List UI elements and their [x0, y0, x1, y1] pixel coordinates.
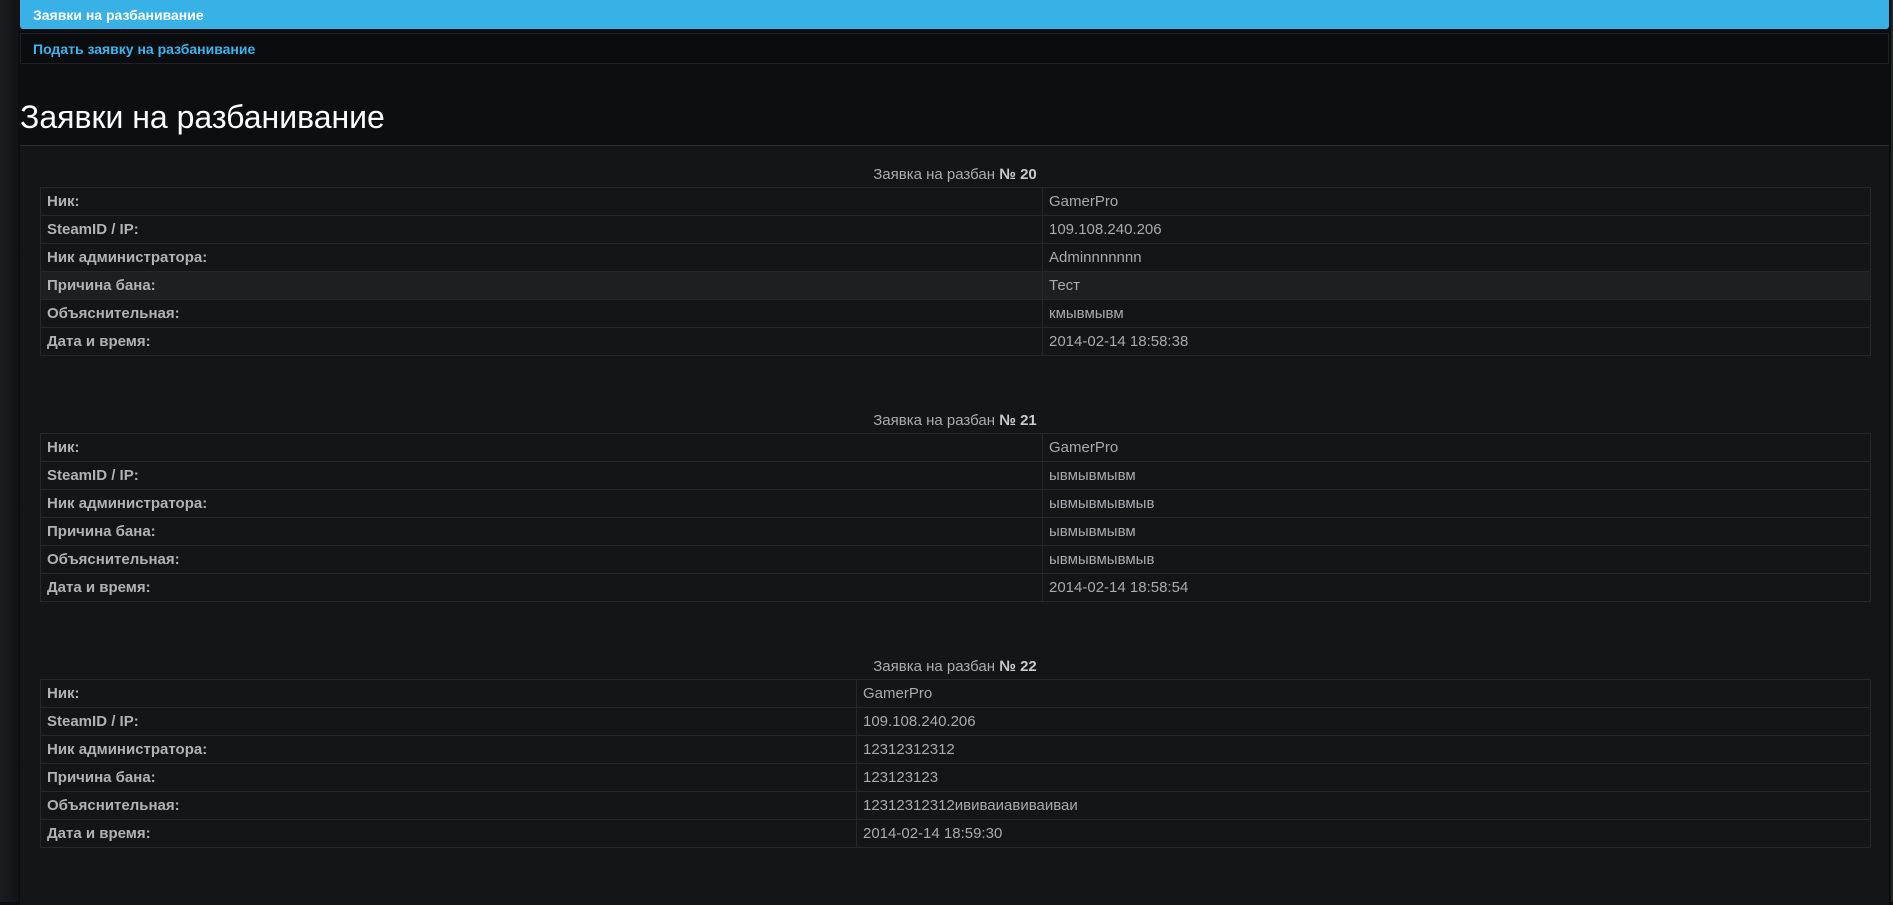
table-row: Ник: GamerPro: [40, 433, 1871, 462]
request-21: Заявка на разбан № 21 Ник: GamerPro Stea…: [40, 411, 1871, 602]
row-value: 2014-02-14 18:58:38: [1042, 327, 1871, 356]
row-value: GamerPro: [856, 679, 1871, 708]
request-caption: Заявка на разбан № 21: [40, 411, 1870, 431]
row-value: 109.108.240.206: [856, 707, 1871, 736]
row-value: 12312312312ививаиавиваиваи: [856, 791, 1871, 820]
table-row: Ник администратора: 12312312312: [40, 735, 1871, 764]
nav-tab-unban-requests[interactable]: Заявки на разбанивание: [20, 0, 1889, 29]
row-value: ывмывмывмыв: [1042, 545, 1871, 574]
request-table: Ник: GamerPro SteamID / IP: 109.108.240.…: [40, 187, 1871, 356]
row-value: кмывмывм: [1042, 299, 1871, 328]
row-value: GamerPro: [1042, 187, 1871, 216]
requests-panel: Заявка на разбан № 20 Ник: GamerPro Stea…: [20, 145, 1889, 905]
row-value: ывмывмывм: [1042, 517, 1871, 546]
left-edge-gradient: [0, 0, 18, 902]
request-number: № 22: [999, 658, 1037, 675]
row-value: 123123123: [856, 763, 1871, 792]
request-number: № 20: [999, 166, 1037, 183]
row-label: Объяснительная:: [40, 545, 1043, 574]
table-row: Ник администратора: ывмывмывмыв: [40, 489, 1871, 518]
table-row: Дата и время: 2014-02-14 18:58:38: [40, 327, 1871, 356]
request-20: Заявка на разбан № 20 Ник: GamerPro Stea…: [40, 165, 1871, 356]
row-label: Объяснительная:: [40, 299, 1043, 328]
request-caption: Заявка на разбан № 20: [40, 165, 1870, 185]
request-caption-prefix: Заявка на разбан: [873, 658, 996, 675]
row-label: Ник администратора:: [40, 489, 1043, 518]
row-value: ывмывмывмыв: [1042, 489, 1871, 518]
nav-tab-label: Заявки на разбанивание: [33, 6, 204, 23]
row-label: Причина бана:: [40, 517, 1043, 546]
row-label: Ник:: [40, 433, 1043, 462]
request-caption-prefix: Заявка на разбан: [873, 166, 996, 183]
row-label: Дата и время:: [40, 573, 1043, 602]
row-label: Ник:: [40, 679, 857, 708]
table-row: SteamID / IP: 109.108.240.206: [40, 215, 1871, 244]
table-row: Дата и время: 2014-02-14 18:58:54: [40, 573, 1871, 602]
row-label: Причина бана:: [40, 271, 1043, 300]
table-row: Ник: GamerPro: [40, 187, 1871, 216]
request-table: Ник: GamerPro SteamID / IP: 109.108.240.…: [40, 679, 1871, 848]
table-row: Дата и время: 2014-02-14 18:59:30: [40, 819, 1871, 848]
row-value: Adminnnnnnn: [1042, 243, 1871, 272]
request-22: Заявка на разбан № 22 Ник: GamerPro Stea…: [40, 657, 1871, 848]
row-label: Дата и время:: [40, 819, 857, 848]
table-row: Ник администратора: Adminnnnnnn: [40, 243, 1871, 272]
table-row: Ник: GamerPro: [40, 679, 1871, 708]
table-row: SteamID / IP: ывмывмывм: [40, 461, 1871, 490]
row-value: Тест: [1042, 271, 1871, 300]
row-label: Дата и время:: [40, 327, 1043, 356]
table-row: SteamID / IP: 109.108.240.206: [40, 707, 1871, 736]
table-row: Объяснительная: ывмывмывмыв: [40, 545, 1871, 574]
table-row: Объяснительная: кмывмывм: [40, 299, 1871, 328]
nav-link-label: Подать заявку на разбанивание: [33, 40, 256, 57]
request-caption: Заявка на разбан № 22: [40, 657, 1870, 677]
row-label: Ник администратора:: [40, 735, 857, 764]
row-value: 12312312312: [856, 735, 1871, 764]
table-row-hovered: Причина бана: Тест: [40, 271, 1871, 300]
table-row: Причина бана: 123123123: [40, 763, 1871, 792]
row-value: 109.108.240.206: [1042, 215, 1871, 244]
nav-link-submit-request[interactable]: Подать заявку на разбанивание: [20, 33, 1889, 64]
request-caption-prefix: Заявка на разбан: [873, 412, 996, 429]
request-table: Ник: GamerPro SteamID / IP: ывмывмывм Ни…: [40, 433, 1871, 602]
page-title: Заявки на разбанивание: [20, 99, 385, 135]
row-value: 2014-02-14 18:59:30: [856, 819, 1871, 848]
row-label: SteamID / IP:: [40, 707, 857, 736]
table-row: Объяснительная: 12312312312ививаиавиваив…: [40, 791, 1871, 820]
row-label: SteamID / IP:: [40, 215, 1043, 244]
row-label: SteamID / IP:: [40, 461, 1043, 490]
row-value: GamerPro: [1042, 433, 1871, 462]
table-row: Причина бана: ывмывмывм: [40, 517, 1871, 546]
row-label: Причина бана:: [40, 763, 857, 792]
page: Заявки на разбанивание Подать заявку на …: [20, 0, 1889, 905]
row-label: Объяснительная:: [40, 791, 857, 820]
row-label: Ник администратора:: [40, 243, 1043, 272]
row-value: 2014-02-14 18:58:54: [1042, 573, 1871, 602]
row-label: Ник:: [40, 187, 1043, 216]
request-number: № 21: [999, 412, 1037, 429]
row-value: ывмывмывм: [1042, 461, 1871, 490]
